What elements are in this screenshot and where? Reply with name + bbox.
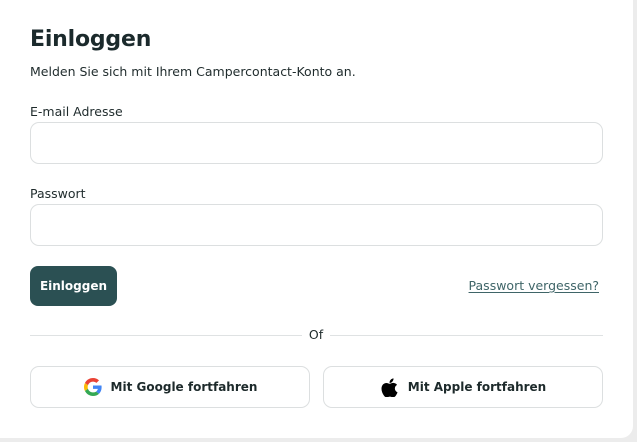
- apple-button-label: Mit Apple fortfahren: [407, 380, 547, 394]
- divider-label: Of: [302, 327, 330, 342]
- email-field[interactable]: [30, 122, 603, 164]
- login-card: Einloggen Melden Sie sich mit Ihrem Camp…: [0, 0, 633, 438]
- password-label: Passwort: [30, 186, 86, 201]
- email-label: E-mail Adresse: [30, 104, 123, 119]
- apple-login-button[interactable]: Mit Apple fortfahren: [323, 366, 603, 408]
- google-icon: [83, 377, 103, 397]
- google-button-label: Mit Google fortfahren: [110, 380, 258, 394]
- password-field[interactable]: [30, 204, 603, 246]
- page-subtitle: Melden Sie sich mit Ihrem Campercontact-…: [30, 64, 356, 79]
- forgot-password-link[interactable]: Passwort vergessen?: [469, 278, 599, 293]
- google-login-button[interactable]: Mit Google fortfahren: [30, 366, 310, 408]
- apple-icon: [380, 377, 400, 397]
- login-button[interactable]: Einloggen: [30, 266, 117, 306]
- page-title: Einloggen: [30, 27, 152, 52]
